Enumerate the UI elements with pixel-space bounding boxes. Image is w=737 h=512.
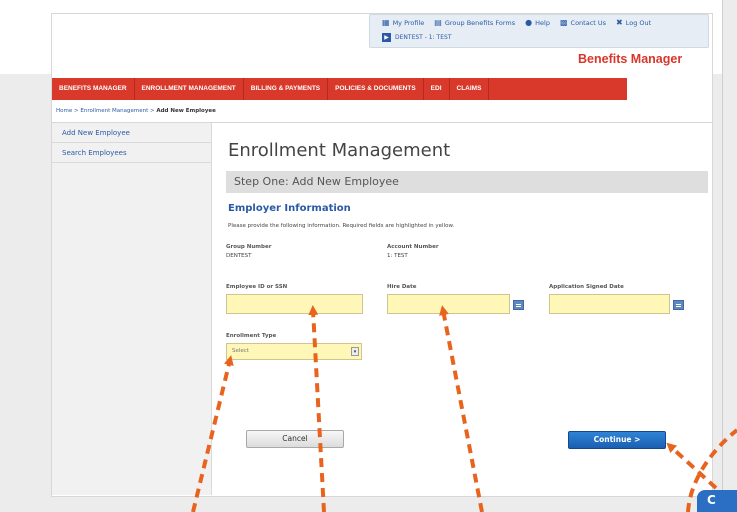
annotation-arrow-continue (666, 442, 718, 490)
annotation-arrow-hire-date (439, 305, 484, 512)
annotation-curve-continue (686, 428, 737, 512)
annotation-arrow-enrollment-type (191, 355, 234, 512)
annotation-arrow-employee-id (308, 305, 326, 512)
annotation-arrows (191, 305, 737, 512)
